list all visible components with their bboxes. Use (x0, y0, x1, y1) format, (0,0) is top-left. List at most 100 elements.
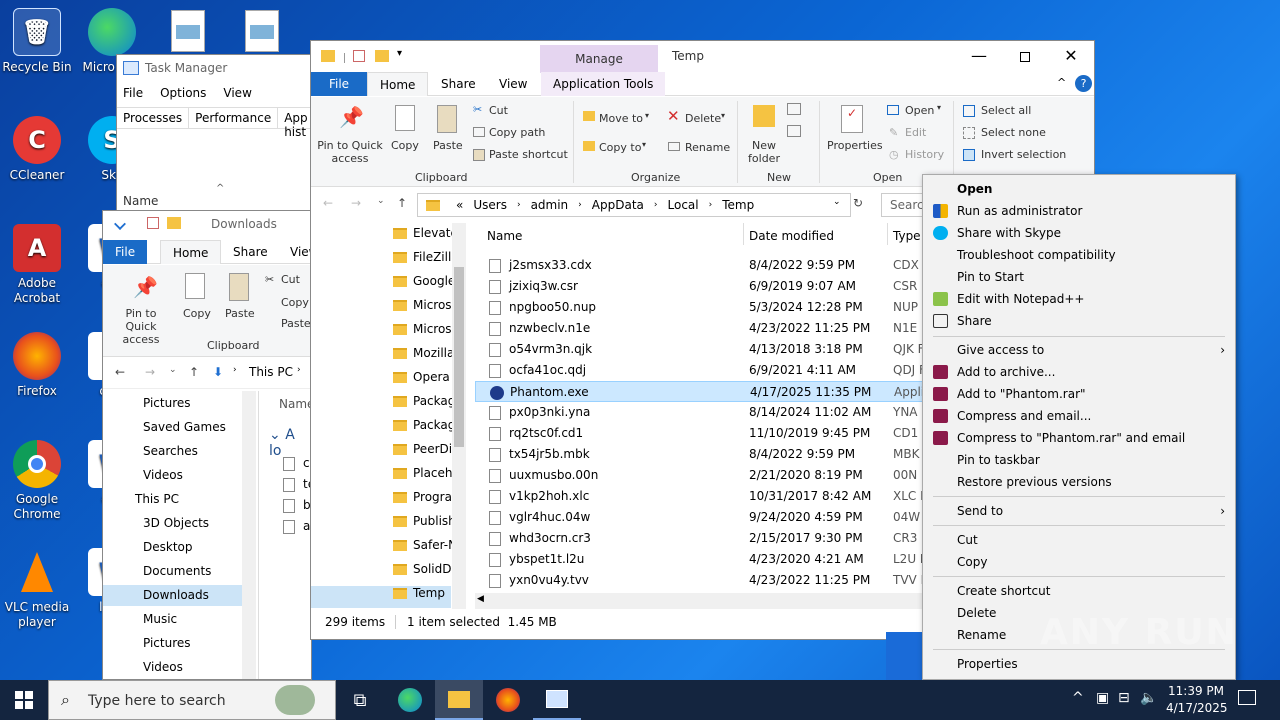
image-file-icon[interactable] (171, 10, 205, 52)
dropdown-arrow-icon[interactable]: ▾ (937, 103, 941, 112)
dropdown-arrow-icon[interactable]: ▾ (645, 111, 649, 120)
select-all-button[interactable]: Select all (981, 104, 1031, 117)
file-row[interactable]: j2smsx33.cdx8/4/2022 9:59 PMCDX F (475, 255, 923, 276)
paste-button[interactable]: Paste (433, 139, 463, 152)
menu-share-with-skype[interactable]: Share with Skype (923, 222, 1235, 244)
file-row[interactable]: o54vrm3n.qjk 4/13/2018 3:18 PM QJK F (475, 339, 923, 360)
delete-button[interactable]: Delete (685, 112, 721, 125)
nav-folder[interactable]: Placeho (311, 463, 467, 484)
file-row[interactable]: rq2tsc0f.cd111/10/2019 9:45 PMCD1 F (475, 423, 923, 444)
list-item[interactable]: bi (283, 495, 311, 516)
tab-performance[interactable]: Performance (189, 108, 279, 128)
nav-folder[interactable]: Opera (311, 367, 467, 388)
menu-pin-to-taskbar[interactable]: Pin to taskbar (923, 449, 1235, 471)
desktop-icon-acrobat[interactable]: A Adobe Acrobat (1, 224, 73, 306)
back-arrow-icon[interactable]: ← (115, 365, 125, 379)
refresh-icon[interactable]: ↻ (853, 196, 863, 210)
nav-folder-temp[interactable]: Temp (311, 583, 467, 604)
column-name[interactable]: Name (123, 194, 158, 208)
file-row[interactable]: ocfa41oc.qdj 6/9/2021 4:11 AM QDJ F (475, 360, 923, 381)
invert-selection-button[interactable]: Invert selection (981, 148, 1066, 161)
tab-home[interactable]: Home (367, 72, 429, 96)
clock[interactable]: 11:39 PM 4/17/2025 (1166, 683, 1228, 717)
tab-file[interactable]: File (103, 240, 148, 264)
taskbar-file-explorer[interactable] (435, 680, 483, 720)
desktop-icon-vlc[interactable]: VLC media player (1, 548, 73, 630)
properties-check-icon[interactable] (353, 50, 365, 62)
desktop-icon-chrome[interactable]: Google Chrome (1, 440, 73, 522)
tab-view[interactable]: View (487, 72, 539, 96)
list-item[interactable]: te (283, 474, 311, 495)
file-row-selected[interactable]: Phantom.exe4/17/2025 11:35 PMApplic (475, 381, 923, 402)
task-manager-window[interactable]: Task Manager File Options View Processes… (116, 54, 316, 214)
nav-item-documents[interactable]: Documents (103, 561, 243, 582)
copy-path-button[interactable]: Copy path (489, 126, 545, 139)
volume-icon[interactable]: 🔈 (1140, 690, 1157, 706)
network-icon[interactable]: ⊟ (1118, 690, 1130, 706)
breadcrumb-users[interactable]: Users (473, 198, 507, 212)
notifications-icon[interactable] (1238, 690, 1256, 705)
list-item[interactable]: az (283, 516, 311, 537)
menu-cut[interactable]: Cut (923, 529, 1235, 551)
nav-item-videos[interactable]: Videos (103, 465, 243, 486)
tab-share[interactable]: Share (221, 240, 280, 264)
menu-share[interactable]: Share (923, 310, 1235, 332)
scroll-left-icon[interactable]: ◀ (477, 594, 484, 604)
nav-folder[interactable]: Packag (311, 415, 467, 436)
paste-shortcut-button[interactable]: Paste shortcut (489, 148, 568, 161)
column-type[interactable]: Type (893, 229, 921, 243)
menu-properties[interactable]: Properties (923, 653, 1235, 675)
file-row[interactable]: whd3ocrn.cr32/15/2017 9:30 PMCR3 F (475, 528, 923, 549)
open-button[interactable]: Open (905, 104, 934, 117)
nav-folder[interactable]: Google (311, 271, 467, 292)
close-button[interactable]: ✕ (1053, 43, 1089, 71)
breadcrumb-local[interactable]: Local (668, 198, 699, 212)
nav-folder[interactable]: SolidDo (311, 559, 467, 580)
menu-restore-previous[interactable]: Restore previous versions (923, 471, 1235, 493)
forward-arrow-icon[interactable]: → (145, 365, 155, 379)
chevron-down-icon[interactable]: ⌄ (377, 196, 385, 206)
easy-access-icon[interactable] (787, 125, 801, 137)
forward-arrow-icon[interactable]: → (351, 196, 361, 210)
menu-view[interactable]: View (223, 86, 251, 100)
menu-create-shortcut[interactable]: Create shortcut (923, 580, 1235, 602)
menu-give-access[interactable]: Give access to › (923, 339, 1235, 361)
file-row[interactable]: ybspet1t.l2u4/23/2020 4:21 AML2U F (475, 549, 923, 570)
menu-run-as-admin[interactable]: Run as administrator (923, 200, 1235, 222)
file-row[interactable]: v1kp2hoh.xlc10/31/2017 8:42 AMXLC F (475, 486, 923, 507)
copy-button[interactable]: Copy (391, 139, 419, 152)
menu-compress-to-rar-email[interactable]: Compress to "Phantom.rar" and email (923, 427, 1235, 449)
menu-options[interactable]: Options (160, 86, 206, 100)
nav-folder[interactable]: Progran (311, 487, 467, 508)
file-row[interactable]: npgboo50.nup5/3/2024 12:28 PMNUP F (475, 297, 923, 318)
move-to-button[interactable]: Move to (599, 112, 643, 125)
tab-application-tools[interactable]: Application Tools (541, 72, 666, 96)
menu-copy[interactable]: Copy (923, 551, 1235, 573)
file-row[interactable]: tx54jr5b.mbk8/4/2022 9:59 PMMBK F (475, 444, 923, 465)
chevron-down-icon[interactable]: ⌄ (833, 197, 841, 207)
copy-to-button[interactable]: Copy to (599, 141, 641, 154)
chevron-down-icon[interactable]: ⌄ (169, 365, 177, 375)
help-icon[interactable]: ? (1075, 75, 1092, 92)
nav-item-music[interactable]: Music (103, 609, 243, 630)
nav-scrollbar[interactable] (452, 223, 466, 609)
tab-file[interactable]: File (311, 72, 367, 96)
nav-item-this-pc[interactable]: This PC (103, 489, 243, 510)
properties-button[interactable]: Properties (827, 139, 883, 152)
copy-path-button[interactable]: Copy (281, 296, 309, 309)
nav-scrollbar[interactable] (242, 391, 256, 679)
history-button[interactable]: History (905, 148, 944, 161)
menu-edit-notepad[interactable]: Edit with Notepad++ (923, 288, 1235, 310)
nav-item-downloads[interactable]: Downloads (103, 585, 243, 606)
file-row[interactable]: vglr4huc.04w9/24/2020 4:59 PM04W F (475, 507, 923, 528)
downloads-window[interactable]: Downloads File Home Share View 📌 Pin to … (102, 210, 312, 680)
nav-item-searches[interactable]: Searches (103, 441, 243, 462)
file-row[interactable]: uuxmusbo.00n2/21/2020 8:19 PM00N F (475, 465, 923, 486)
breadcrumb-admin[interactable]: admin (531, 198, 569, 212)
task-view-button[interactable]: ⧉ (336, 680, 384, 720)
horizontal-scrollbar[interactable]: ◀ (475, 593, 923, 609)
desktop-icon-ccleaner[interactable]: C CCleaner (1, 116, 73, 183)
nav-item-pictures-2[interactable]: Pictures (103, 633, 243, 654)
nav-folder[interactable]: Elevate (311, 223, 467, 244)
edit-button[interactable]: Edit (905, 126, 926, 139)
